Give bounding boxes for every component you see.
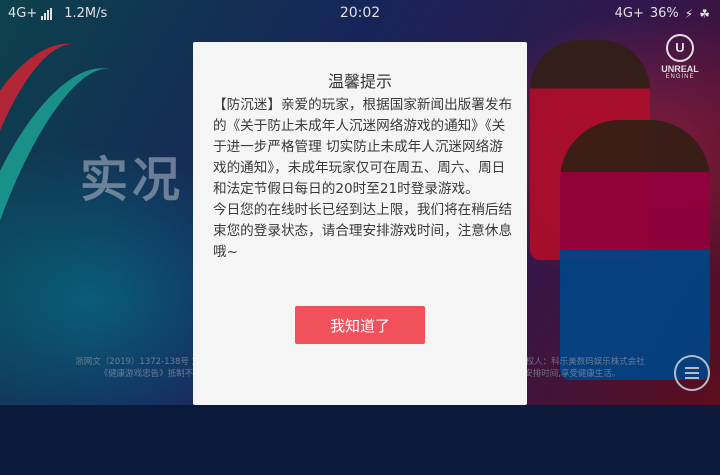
- anti-addiction-dialog: 温馨提示 【防沉迷】亲爱的玩家，根据国家新闻出版署发布的《关于防止未成年人沉迷网…: [193, 42, 527, 405]
- dialog-title: 温馨提示: [327, 72, 392, 91]
- acknowledge-button[interactable]: 我知道了: [295, 306, 425, 344]
- dialog-paragraph-limit: 今日您的在线时长已经到达上限，我们将在稍后结束您的登录状态，请合理安排游戏时间，…: [213, 202, 513, 260]
- dialog-message: 【防沉迷】亲爱的玩家，根据国家新闻出版署发布的《关于防止未成年人沉迷网络游戏的通…: [213, 95, 513, 263]
- dialog-paragraph-policy: 【防沉迷】亲爱的玩家，根据国家新闻出版署发布的《关于防止未成年人沉迷网络游戏的通…: [213, 97, 513, 197]
